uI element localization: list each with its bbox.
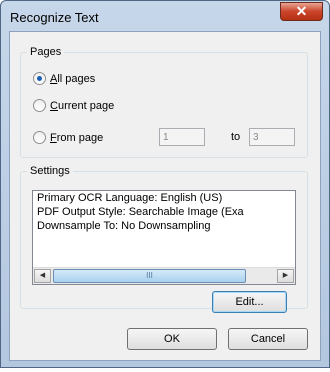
settings-listbox[interactable]: Primary OCR Language: English (US) PDF O… <box>32 190 296 285</box>
radio-unchecked-icon[interactable] <box>33 131 46 144</box>
radio-current-page-label: Current page <box>50 99 115 112</box>
to-page-input[interactable] <box>249 128 295 146</box>
pages-group: Pages All pages Current page From page t… <box>20 46 308 158</box>
settings-group: Settings Primary OCR Language: English (… <box>20 165 308 313</box>
radio-current-page[interactable]: Current page <box>33 99 114 112</box>
title-bar: Recognize Text ✕ <box>1 1 329 31</box>
radio-from-page-label: From page <box>50 131 104 144</box>
dialog-client-area: Pages All pages Current page From page t… <box>9 31 321 361</box>
scroll-thumb[interactable]: III <box>53 269 246 283</box>
settings-legend: Settings <box>30 165 70 177</box>
radio-all-pages[interactable]: All pages <box>33 72 95 85</box>
scroll-left-arrow-icon[interactable]: ◀ <box>34 269 51 283</box>
radio-checked-icon[interactable] <box>33 72 46 85</box>
cancel-button[interactable]: Cancel <box>228 328 308 350</box>
list-item: Downsample To: No Downsampling <box>37 220 211 232</box>
close-icon: ✕ <box>295 3 308 19</box>
edit-button[interactable]: Edit... <box>212 291 287 313</box>
dialog-title: Recognize Text <box>10 10 99 25</box>
radio-unchecked-icon[interactable] <box>33 99 46 112</box>
pages-legend: Pages <box>30 46 62 58</box>
dialog-window: Recognize Text ✕ Pages All pages Current… <box>0 0 330 368</box>
to-label: to <box>231 131 241 143</box>
list-item: Primary OCR Language: English (US) <box>37 192 223 204</box>
close-button[interactable]: ✕ <box>280 2 323 21</box>
from-page-input[interactable] <box>159 128 205 146</box>
list-item: PDF Output Style: Searchable Image (Exa <box>37 206 244 218</box>
radio-all-pages-label: All pages <box>50 72 96 85</box>
ok-button[interactable]: OK <box>127 328 217 350</box>
radio-from-page[interactable]: From page <box>33 131 103 144</box>
scroll-right-arrow-icon[interactable]: ▶ <box>277 269 294 283</box>
horizontal-scrollbar[interactable]: ◀ III ▶ <box>33 267 295 284</box>
